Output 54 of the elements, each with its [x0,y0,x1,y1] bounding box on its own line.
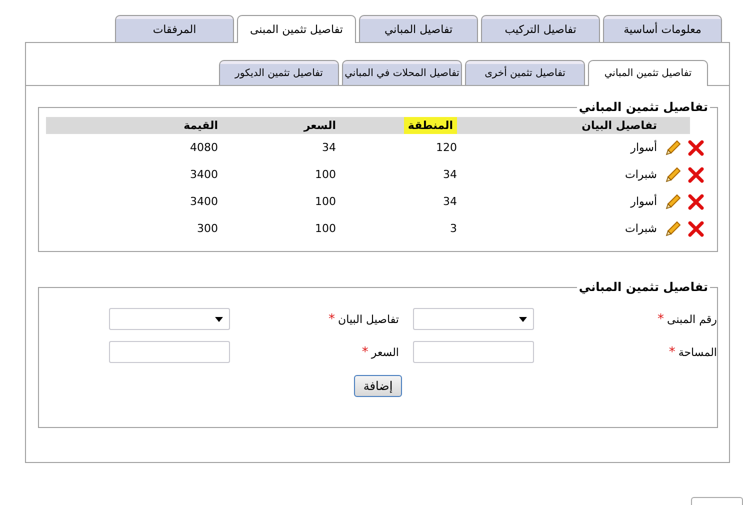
column-header: المنطقة [404,117,457,134]
field-label: تفاصيل البيان [338,312,399,326]
table-cell: 34 [443,168,457,181]
table-cell: 34 [322,141,336,154]
pencil-icon[interactable] [665,193,682,210]
field-label: السعر [371,346,399,358]
caret-icon [215,317,223,322]
fieldset-legend: تفاصيل تثمين المباني [576,100,710,114]
table-cell: شبرات [624,168,657,181]
fieldset-legend: تفاصيل تثمين المباني [576,280,710,294]
sub-tab[interactable]: تفاصيل تثمين أخرى [465,60,585,85]
select-field[interactable] [413,308,534,330]
tab[interactable]: تفاصيل المباني [359,15,478,42]
add-button[interactable]: إضافة [354,375,402,397]
required-mark: * [328,312,336,326]
table-cell: أسوار [630,195,657,208]
pencil-icon[interactable] [665,166,682,183]
tab[interactable]: تفاصيل التركيب [481,15,600,42]
sub-tab[interactable]: تفاصيل تثمين المباني [588,60,708,86]
caret-icon [519,317,527,322]
table-cell: 100 [315,168,336,181]
column-header: تفاصيل البيان [582,119,657,132]
delete-icon[interactable] [688,194,704,210]
required-mark: * [668,344,676,360]
table-cell: 4080 [190,141,218,154]
column-header: السعر [304,119,336,132]
delete-icon[interactable] [688,220,704,236]
table-cell: 34 [443,195,457,208]
field-label: المساحة [678,346,717,358]
table-cell: 3 [450,222,457,235]
select-field[interactable] [109,308,230,330]
table-cell: شبرات [624,222,657,235]
sub-tab[interactable]: تفاصيل المحلات في المباني [342,60,462,85]
table-cell: 100 [315,222,336,235]
tab[interactable]: المرفقات [115,15,234,42]
table-cell: 300 [197,222,218,235]
delete-icon[interactable] [688,166,704,182]
sub-tab[interactable]: تفاصيل تثمين الديكور [219,60,339,85]
table-cell: 120 [436,141,457,154]
pencil-icon[interactable] [665,139,682,156]
pencil-icon[interactable] [665,220,682,237]
table-cell: 3400 [190,195,218,208]
input-field[interactable] [413,341,534,363]
column-header: القيمة [184,119,218,132]
required-mark: * [658,312,664,326]
input-field[interactable] [109,341,230,363]
required-mark: * [362,344,368,360]
table-cell: أسوار [630,141,657,154]
tab[interactable]: تفاصيل تثمين المبنى [237,15,356,43]
field-label: رقم المبنى [667,312,717,326]
table-cell: 3400 [190,168,218,181]
delete-icon[interactable] [688,140,704,156]
table-cell: 100 [315,195,336,208]
tab[interactable]: معلومات أساسية [603,15,722,42]
